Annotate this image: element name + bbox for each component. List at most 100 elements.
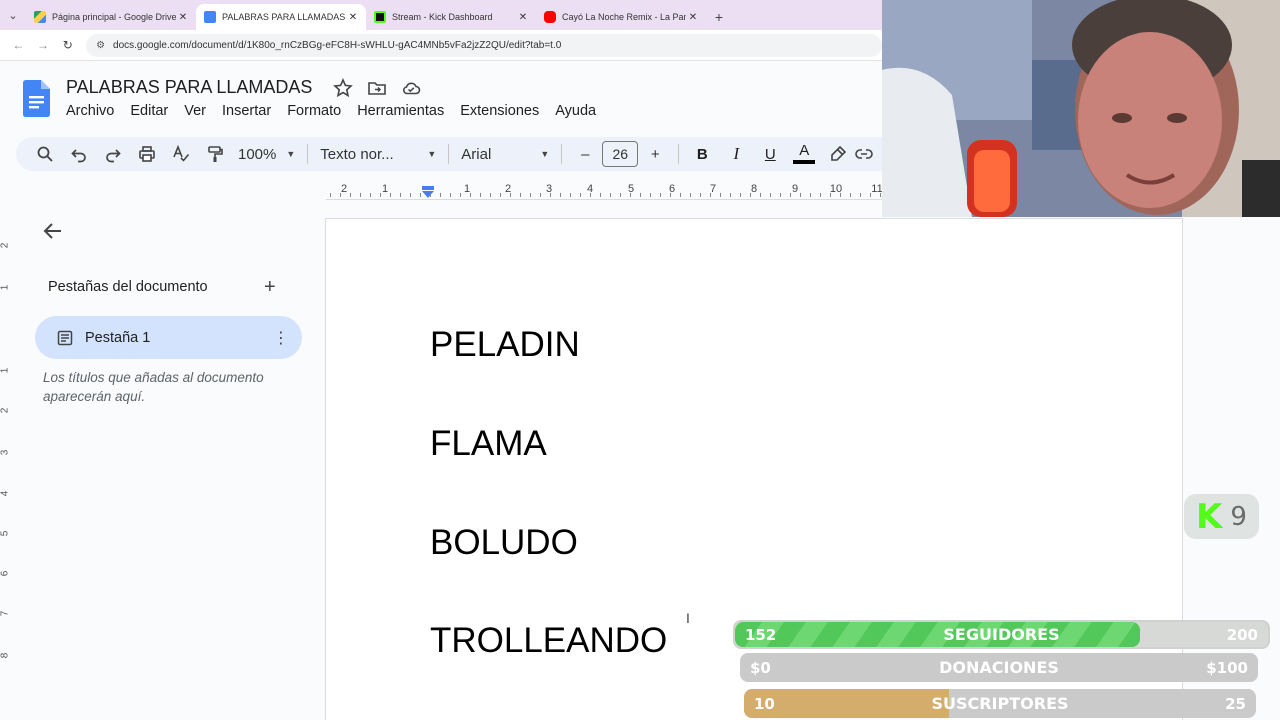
ruler-tick — [740, 193, 741, 197]
menu-extensiones[interactable]: Extensiones — [452, 101, 547, 121]
caret-down-icon: ▼ — [286, 149, 296, 159]
ruler-number: 5 — [0, 530, 11, 537]
browser-tab-drive[interactable]: Página principal - Google Drive ✕ — [26, 4, 196, 30]
ruler-tick — [830, 193, 831, 197]
url-text: docs.google.com/document/d/1K80o_rnCzBGg… — [113, 39, 562, 51]
followers-goal-bar: 152 SEGUIDORES 200 — [733, 620, 1270, 649]
document-tabs-heading: Pestañas del documento — [48, 279, 208, 295]
insert-link-button[interactable] — [855, 140, 875, 168]
document-text-line[interactable]: PELADIN — [430, 325, 580, 365]
zoom-dropdown[interactable]: 100% ▼ — [232, 140, 301, 168]
menu-ver[interactable]: Ver — [176, 101, 214, 121]
toolbar-divider — [307, 144, 309, 164]
menu-ayuda[interactable]: Ayuda — [547, 101, 604, 121]
ruler-number: 2 — [0, 242, 11, 249]
print-button[interactable] — [130, 140, 164, 168]
ruler-tick — [340, 193, 341, 197]
ruler-tick — [710, 193, 711, 197]
highlight-color-button[interactable] — [821, 140, 855, 168]
search-icon — [37, 146, 53, 162]
ruler-tick — [600, 193, 601, 197]
ruler-number: 8 — [0, 652, 11, 659]
document-text-line[interactable]: TROLLEANDO — [430, 621, 667, 661]
decrease-font-size-button[interactable]: – — [568, 140, 602, 168]
undo-button[interactable] — [62, 140, 96, 168]
menu-formato[interactable]: Formato — [279, 101, 349, 121]
ruler-tick — [370, 193, 371, 197]
tab-title: Stream - Kick Dashboard — [392, 12, 493, 22]
goal-target: $100 — [1206, 658, 1248, 677]
link-icon — [855, 149, 874, 159]
paragraph-style-dropdown[interactable]: Texto nor... ▼ — [314, 140, 442, 168]
ruler-tick — [840, 193, 841, 197]
google-docs-logo-icon[interactable] — [23, 80, 50, 117]
indent-marker-icon[interactable] — [422, 186, 434, 198]
caret-down-icon: ▼ — [427, 149, 437, 159]
menu-insertar[interactable]: Insertar — [214, 101, 279, 121]
text-color-button[interactable]: A — [787, 140, 821, 168]
cloud-saved-icon[interactable] — [401, 78, 421, 98]
menu-archivo[interactable]: Archivo — [58, 101, 122, 121]
document-title[interactable]: PALABRAS PARA LLAMADAS — [66, 77, 312, 98]
increase-font-size-button[interactable]: + — [638, 140, 672, 168]
move-folder-icon[interactable] — [367, 78, 387, 98]
webcam-image — [882, 0, 1280, 217]
ruler-tick — [790, 193, 791, 197]
font-family-value: Arial — [461, 145, 492, 163]
donations-goal-bar: $0 DONACIONES $100 — [740, 653, 1258, 682]
document-tab-item[interactable]: Pestaña 1 ⋮ — [35, 316, 302, 359]
italic-icon: I — [733, 144, 740, 163]
close-icon[interactable]: ✕ — [176, 12, 190, 23]
ruler-tick — [690, 193, 691, 197]
spellcheck-icon — [173, 145, 190, 162]
ruler-tick — [810, 193, 811, 197]
font-family-dropdown[interactable]: Arial ▼ — [455, 140, 555, 168]
horizontal-ruler[interactable]: 2 1 1 2 3 4 5 6 7 8 9 10 11 — [326, 180, 883, 200]
menu-herramientas[interactable]: Herramientas — [349, 101, 452, 121]
tab-title: Cayó La Noche Remix - La Pantera, Queved… — [562, 12, 686, 22]
goal-label: SUSCRIPTORES — [931, 694, 1069, 713]
document-tab-label: Pestaña 1 — [85, 329, 151, 346]
search-menus-button[interactable] — [28, 140, 62, 168]
browser-tab-docs[interactable]: PALABRAS PARA LLAMADAS - Documentos de G… — [196, 4, 366, 30]
ruler-number: 1 — [0, 367, 11, 374]
new-tab-button[interactable]: + — [706, 4, 732, 30]
redo-button[interactable] — [96, 140, 130, 168]
document-text-line[interactable]: FLAMA — [430, 424, 547, 464]
menu-editar[interactable]: Editar — [122, 101, 176, 121]
browser-tab-strip: ⌄ Página principal - Google Drive ✕ PALA… — [0, 0, 882, 30]
spellcheck-button[interactable] — [164, 140, 198, 168]
document-text-line[interactable]: BOLUDO — [430, 523, 578, 563]
close-icon[interactable]: ✕ — [346, 12, 360, 23]
back-arrow-icon[interactable]: ← — [6, 38, 31, 52]
font-size-input[interactable]: 26 — [602, 141, 639, 167]
browser-tab-kick[interactable]: Stream - Kick Dashboard ✕ — [366, 4, 536, 30]
add-tab-button[interactable]: + — [264, 276, 276, 299]
bold-button[interactable]: B — [685, 140, 719, 168]
ruler-number: 4 — [0, 490, 11, 497]
underline-button[interactable]: U — [753, 140, 787, 168]
ruler-tick — [440, 193, 441, 197]
ruler-tick — [530, 193, 531, 197]
address-bar[interactable]: ⚙ docs.google.com/document/d/1K80o_rnCzB… — [86, 33, 883, 57]
vertical-ruler[interactable]: 2 1 1 2 3 4 5 6 7 8 — [0, 200, 16, 720]
goal-target: 200 — [1226, 625, 1258, 644]
back-arrow-icon[interactable] — [42, 220, 64, 242]
ruler-tick — [510, 193, 511, 197]
forward-arrow-icon[interactable]: → — [31, 38, 56, 52]
site-settings-icon[interactable]: ⚙ — [96, 40, 105, 51]
italic-button[interactable]: I — [719, 140, 753, 168]
ruler-tick — [700, 193, 701, 197]
viewer-count: 9 — [1230, 501, 1247, 532]
more-options-icon[interactable]: ⋮ — [268, 328, 294, 348]
ruler-tick — [650, 193, 651, 197]
close-icon[interactable]: ✕ — [516, 12, 530, 23]
tab-search-icon[interactable]: ⌄ — [0, 0, 26, 30]
reload-icon[interactable]: ↻ — [55, 38, 80, 52]
redo-icon — [106, 149, 121, 163]
paint-format-button[interactable] — [198, 140, 232, 168]
browser-tab-youtube[interactable]: Cayó La Noche Remix - La Pantera, Queved… — [536, 4, 706, 30]
close-icon[interactable]: ✕ — [686, 12, 700, 23]
ruler-tick — [450, 193, 451, 197]
star-icon[interactable] — [333, 78, 353, 98]
